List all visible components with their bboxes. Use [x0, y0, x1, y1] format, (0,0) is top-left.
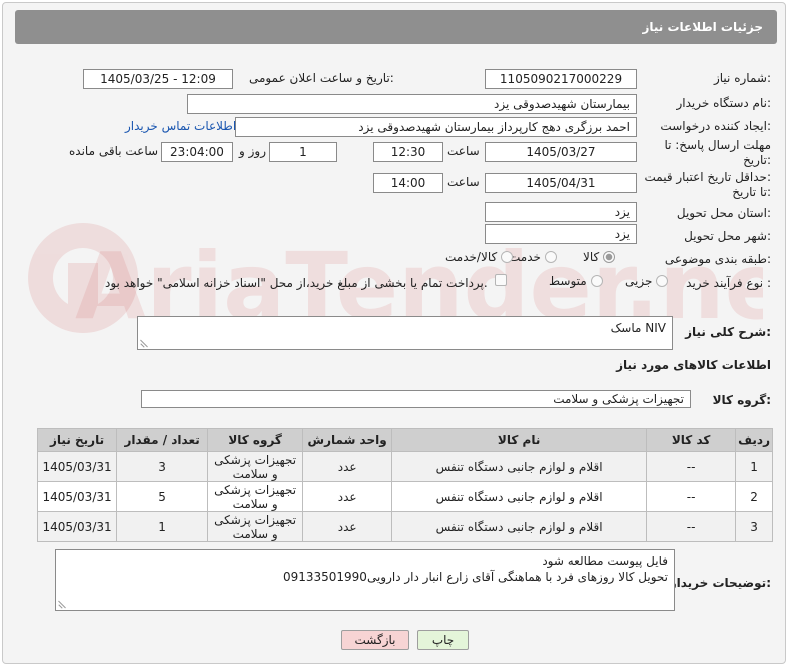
- remaining-time-label: ساعت باقی مانده: [69, 144, 159, 158]
- validity-time-label: ساعت: [447, 175, 480, 189]
- cell-quantity: 3: [116, 451, 209, 482]
- cell-need-date: 1405/03/31: [36, 451, 118, 482]
- description-textarea[interactable]: ماسک NIV: [137, 316, 673, 350]
- table-row: 1 -- اقلام و لوازم جانبی دستگاه تنفس عدد…: [36, 451, 773, 482]
- category-option-goods-service-label: کالا/خدمت: [445, 250, 498, 264]
- col-header-quantity: تعداد / مقدار: [116, 428, 209, 452]
- radio-selected-icon[interactable]: [603, 251, 616, 263]
- radio-icon[interactable]: [501, 251, 514, 263]
- cell-group: تجهیزات پزشکی و سلامت: [207, 481, 304, 512]
- cell-need-date: 1405/03/31: [36, 511, 118, 542]
- days-field: 1: [269, 142, 337, 162]
- panel-title: جزئیات اطلاعات نیاز: [642, 20, 763, 34]
- description-text: ماسک NIV: [610, 321, 666, 335]
- requester-label: ایجاد کننده درخواست:: [660, 119, 771, 133]
- purchase-type-minor-label: جزیی: [625, 274, 653, 288]
- announce-datetime-field: 1405/03/25 - 12:09: [83, 69, 233, 89]
- province-field: یزد: [485, 202, 637, 222]
- goods-group-field: تجهیزات پزشکی و سلامت: [141, 390, 691, 408]
- col-header-need-date: تاریخ نیاز: [36, 428, 118, 452]
- validity-label-2: تا تاریخ:: [732, 185, 771, 199]
- validity-time-field: 14:00: [373, 173, 443, 193]
- need-number-label: شماره نیاز:: [713, 71, 771, 85]
- items-table: ردیف کد کالا نام کالا واحد شمارش گروه کا…: [36, 428, 773, 542]
- col-header-unit: واحد شمارش: [302, 428, 393, 452]
- category-option-goods-label: کالا: [583, 250, 600, 264]
- category-option-goods[interactable]: کالا: [583, 250, 616, 264]
- goods-group-label: گروه کالا:: [712, 393, 771, 407]
- reply-deadline-label: مهلت ارسال پاسخ: تا: [664, 138, 771, 152]
- resize-handle-icon[interactable]: [58, 600, 66, 608]
- cell-quantity: 1: [116, 511, 209, 542]
- buyer-notes-line-2: تحویل کالا روزهای فرد با هماهنگی آقای زا…: [282, 570, 668, 584]
- validity-date-field: 1405/04/31: [485, 173, 637, 193]
- radio-icon[interactable]: [656, 275, 669, 287]
- treasury-payment-checkbox[interactable]: [495, 274, 507, 286]
- category-label: طبقه بندی موضوعی:: [664, 252, 771, 266]
- col-header-row-number: ردیف: [735, 428, 773, 452]
- category-option-service[interactable]: خدمت: [509, 250, 557, 264]
- cell-need-date: 1405/03/31: [36, 481, 118, 512]
- col-header-name: نام کالا: [391, 428, 648, 452]
- reply-time-field: 12:30: [373, 142, 443, 162]
- cell-unit: عدد: [302, 451, 393, 482]
- purchase-type-minor[interactable]: جزیی: [625, 274, 669, 288]
- buyer-org-field: بیمارستان شهیدصدوقی یزد: [187, 94, 637, 114]
- table-row: 2 -- اقلام و لوازم جانبی دستگاه تنفس عدد…: [36, 481, 773, 512]
- cell-code: --: [646, 481, 737, 512]
- city-field: یزد: [485, 224, 637, 244]
- back-button[interactable]: بازگشت: [341, 630, 409, 650]
- details-panel: جزئیات اطلاعات نیاز AriaTender.net شماره…: [2, 2, 786, 664]
- col-header-code: کد کالا: [646, 428, 737, 452]
- cell-row-number: 2: [735, 481, 773, 512]
- cell-row-number: 1: [735, 451, 773, 482]
- radio-icon[interactable]: [544, 251, 557, 263]
- print-button[interactable]: چاپ: [417, 630, 469, 650]
- radio-icon[interactable]: [590, 275, 603, 287]
- buyer-notes-label: توضیحات خریدار:: [669, 576, 771, 590]
- validity-label: حداقل تاریخ اعتبار قیمت:: [644, 170, 771, 184]
- table-row: 3 -- اقلام و لوازم جانبی دستگاه تنفس عدد…: [36, 511, 773, 542]
- col-header-group: گروه کالا: [207, 428, 304, 452]
- remaining-time-field: 23:04:00: [161, 142, 233, 162]
- buyer-notes-textarea[interactable]: فایل پیوست مطالعه شود تحویل کالا روزهای …: [55, 549, 675, 611]
- province-label: استان محل تحویل:: [676, 206, 771, 220]
- days-label: روز و: [239, 144, 266, 158]
- panel-header: جزئیات اطلاعات نیاز: [15, 10, 777, 44]
- treasury-payment-note: پرداخت تمام یا بخشی از مبلغ خرید،از محل …: [105, 276, 488, 290]
- buyer-org-label: نام دستگاه خریدار:: [676, 96, 772, 110]
- cell-unit: عدد: [302, 511, 393, 542]
- cell-row-number: 3: [735, 511, 773, 542]
- reply-deadline-label-2: تاریخ:: [743, 153, 771, 167]
- table-header-row: ردیف کد کالا نام کالا واحد شمارش گروه کا…: [36, 428, 773, 452]
- purchase-type-medium[interactable]: متوسط: [549, 274, 603, 288]
- announce-datetime-label: تاریخ و ساعت اعلان عمومی:: [249, 71, 394, 85]
- cell-name: اقلام و لوازم جانبی دستگاه تنفس: [391, 511, 648, 542]
- purchase-type-medium-label: متوسط: [549, 274, 587, 288]
- buyer-contact-link[interactable]: اطلاعات تماس خریدار: [125, 119, 236, 133]
- city-label: شهر محل تحویل:: [684, 229, 771, 243]
- cell-group: تجهیزات پزشکی و سلامت: [207, 511, 304, 542]
- goods-section-title: اطلاعات کالاهای مورد نیاز: [616, 358, 771, 372]
- cell-unit: عدد: [302, 481, 393, 512]
- need-number-field: 1105090217000229: [485, 69, 637, 89]
- buyer-notes-line-1: فایل پیوست مطالعه شود: [542, 554, 668, 568]
- category-option-service-label: خدمت: [509, 250, 541, 264]
- description-label: شرح کلی نیاز:: [685, 325, 771, 339]
- cell-group: تجهیزات پزشکی و سلامت: [207, 451, 304, 482]
- cell-name: اقلام و لوازم جانبی دستگاه تنفس: [391, 451, 648, 482]
- category-option-goods-service[interactable]: کالا/خدمت: [445, 250, 514, 264]
- cell-code: --: [646, 451, 737, 482]
- resize-handle-icon[interactable]: [140, 339, 148, 347]
- reply-time-label: ساعت: [447, 144, 480, 158]
- purchase-type-label: نوع فرآیند خرید :: [686, 276, 771, 290]
- requester-field: احمد برزگری دهج کارپرداز بیمارستان شهیدص…: [235, 117, 637, 137]
- cell-quantity: 5: [116, 481, 209, 512]
- cell-code: --: [646, 511, 737, 542]
- cell-name: اقلام و لوازم جانبی دستگاه تنفس: [391, 481, 648, 512]
- reply-date-field: 1405/03/27: [485, 142, 637, 162]
